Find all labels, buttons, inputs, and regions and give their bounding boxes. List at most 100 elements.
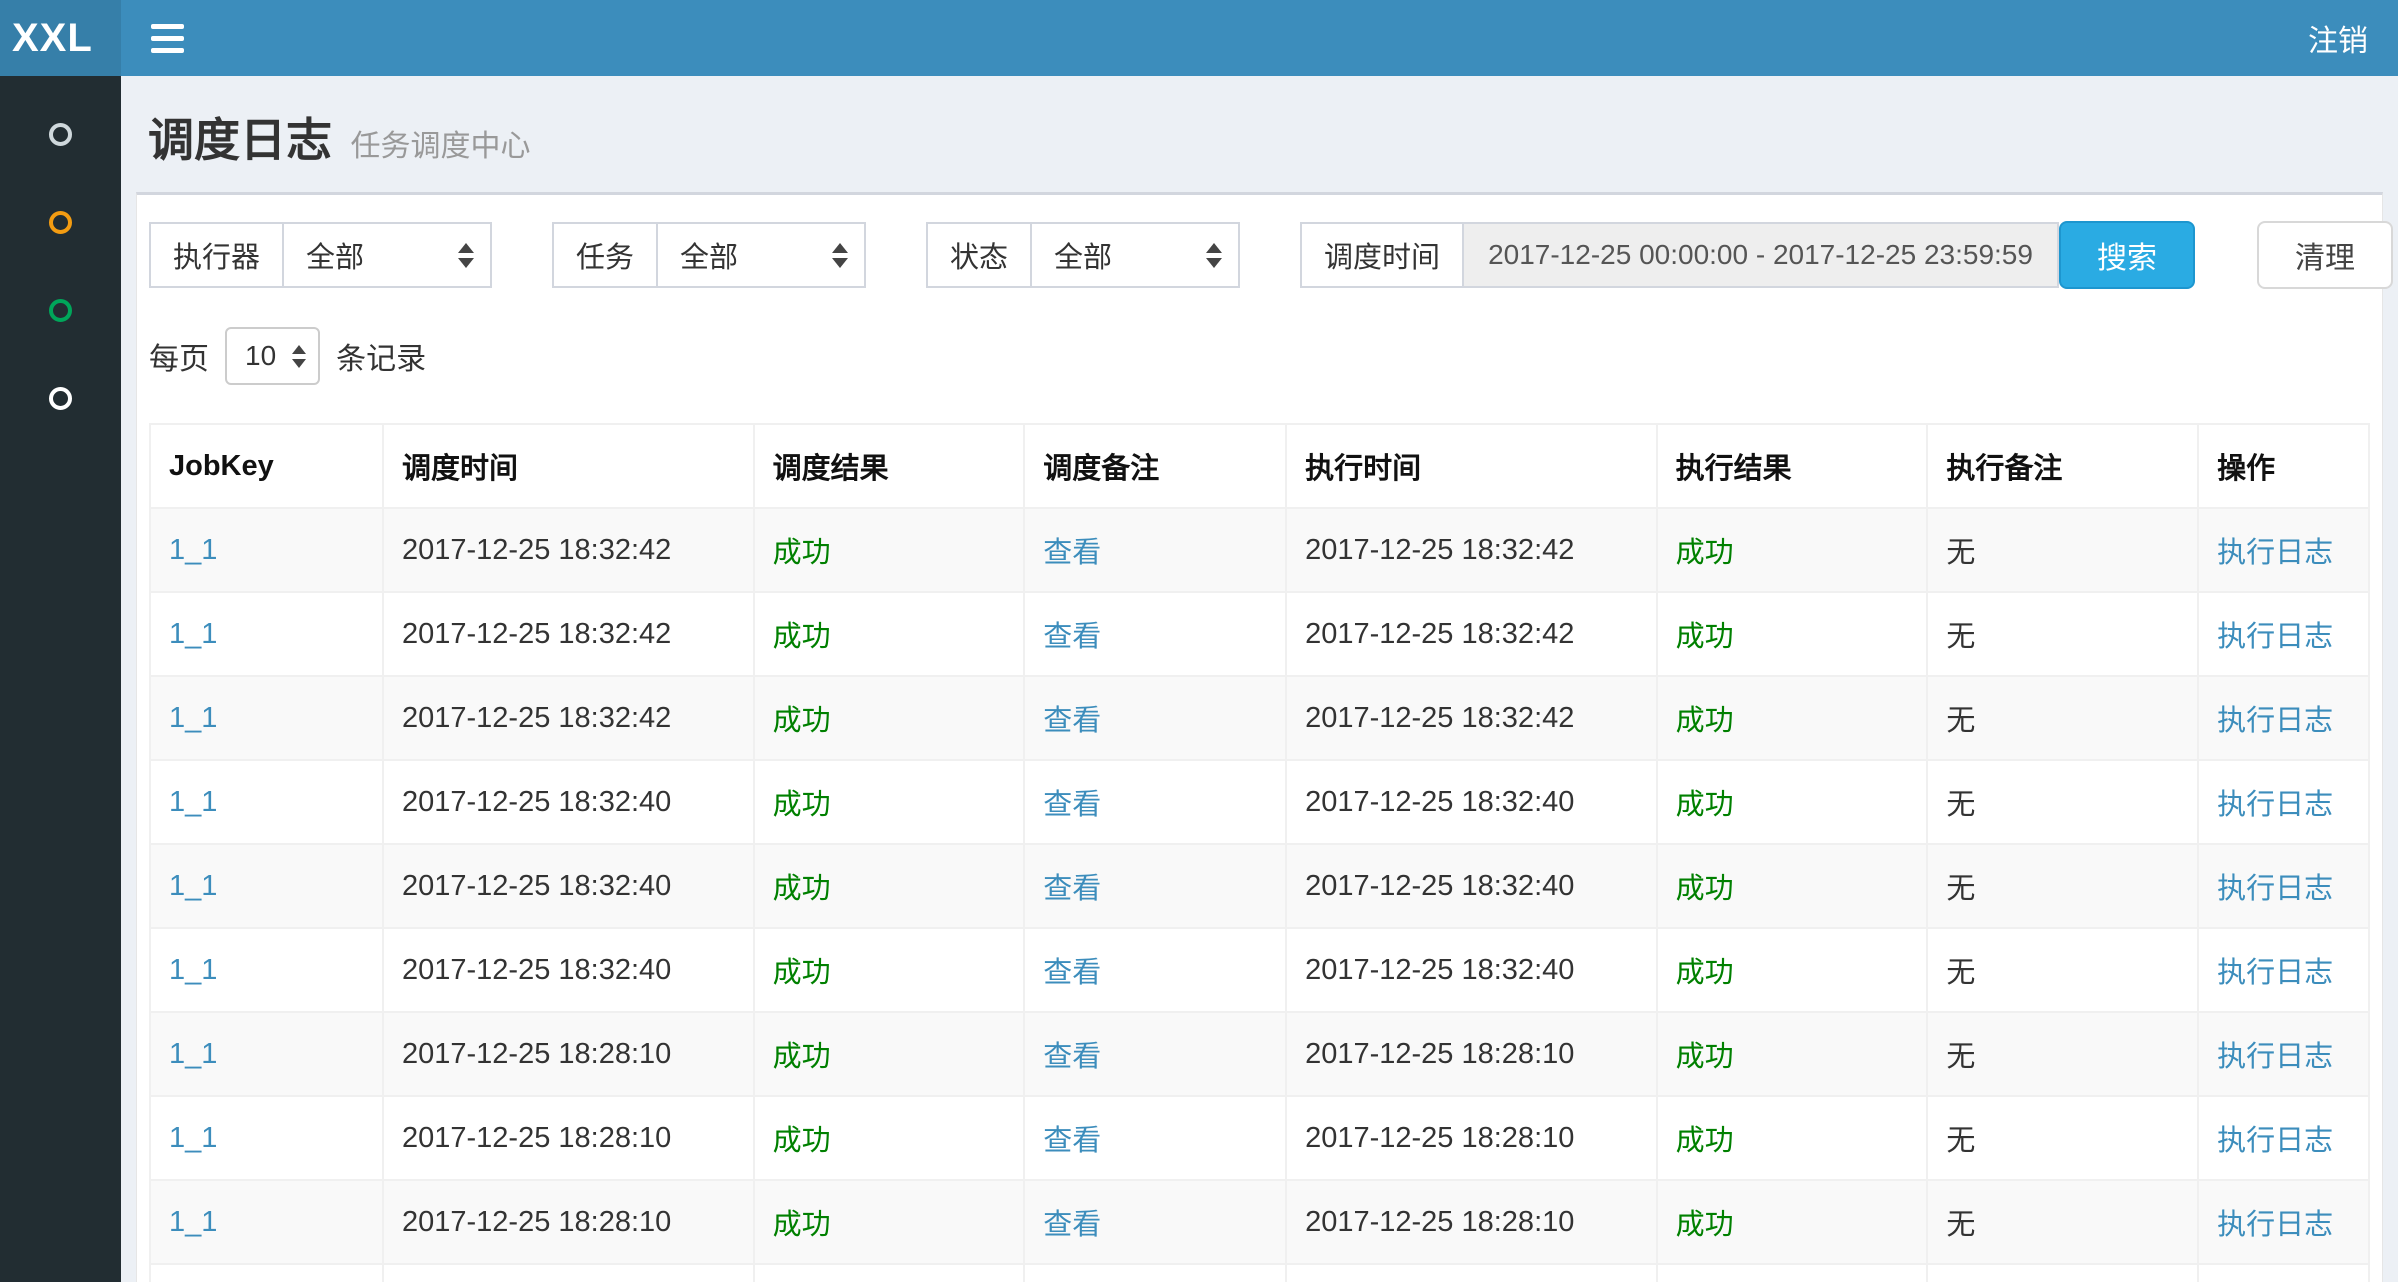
jobkey-link[interactable]: 1_1 (169, 1038, 217, 1070)
log-panel: 执行器 全部 任务 全部 状态 全部 (136, 192, 2383, 1282)
page-length-select[interactable]: 10 (225, 327, 320, 385)
exec-log-link[interactable]: 执行日志 (2217, 537, 2333, 569)
trigger-result-badge: 成功 (773, 537, 831, 569)
trigger-result-cell: 成功 (754, 592, 1025, 676)
exec-log-link[interactable]: 执行日志 (2217, 1041, 2333, 1073)
jobkey-cell: 1_1 (150, 676, 383, 760)
column-header: 调度结果 (754, 424, 1025, 508)
handle-time-cell: 2017-12-25 18:32:40 (1286, 844, 1657, 928)
trigger-result-badge: 成功 (773, 1209, 831, 1241)
executor-filter-group: 执行器 全部 (149, 222, 492, 288)
sidebar-item-3[interactable] (0, 266, 121, 354)
logout-link[interactable]: 注销 (2278, 0, 2398, 76)
job-filter-label: 任务 (552, 222, 658, 288)
jobkey-link[interactable]: 1_1 (169, 1206, 217, 1238)
table-row: 1_1 2017-12-25 18:28:10 成功 查看 2017-12-25… (150, 1180, 2369, 1264)
handle-result-badge: 成功 (1676, 537, 1734, 569)
trigger-msg-link[interactable]: 查看 (1043, 1125, 1101, 1157)
trigger-msg-link[interactable]: 查看 (1043, 873, 1101, 905)
clear-button[interactable]: 清理 (2257, 221, 2393, 289)
trigger-result-badge: 成功 (773, 1125, 831, 1157)
search-button[interactable]: 搜索 (2059, 221, 2195, 289)
job-select[interactable]: 全部 (658, 222, 866, 288)
exec-log-link[interactable]: 执行日志 (2217, 1209, 2333, 1241)
trigger-time-cell: 2017-12-25 18:28:10 (383, 1012, 754, 1096)
status-filter-label: 状态 (926, 222, 1032, 288)
sidebar-item-4[interactable] (0, 354, 121, 442)
table-row: 1_1 2017-12-25 18:32:42 成功 查看 2017-12-25… (150, 676, 2369, 760)
trigger-msg-cell: 查看 (1024, 592, 1286, 676)
exec-log-link[interactable]: 执行日志 (2217, 705, 2333, 737)
trigger-msg-link[interactable]: 查看 (1043, 705, 1101, 737)
circle-icon (49, 387, 72, 410)
handle-result-badge: 成功 (1676, 621, 1734, 653)
app-logo[interactable]: XXL (0, 0, 121, 76)
jobkey-link[interactable]: 1_1 (169, 534, 217, 566)
table-row: 1_1 2017-12-25 18:32:40 成功 查看 2017-12-25… (150, 928, 2369, 1012)
handle-result-badge: 成功 (1676, 789, 1734, 821)
exec-log-link[interactable]: 执行日志 (2217, 957, 2333, 989)
page-length-suffix: 条记录 (336, 334, 426, 378)
exec-log-link[interactable]: 执行日志 (2217, 621, 2333, 653)
sidebar-item-2[interactable] (0, 178, 121, 266)
trigger-result-badge: 成功 (773, 621, 831, 653)
time-filter-label: 调度时间 (1300, 222, 1464, 288)
action-cell: 执行日志 (2198, 928, 2369, 1012)
handle-time-cell: 2017-12-25 18:32:42 (1286, 676, 1657, 760)
table-row: 1_1 2017-12-25 18:32:40 成功 查看 2017-12-25… (150, 844, 2369, 928)
action-cell: 执行日志 (2198, 760, 2369, 844)
action-cell: 执行日志 (2198, 676, 2369, 760)
log-table-body: 1_1 2017-12-25 18:32:42 成功 查看 2017-12-25… (150, 508, 2369, 1282)
action-cell: 执行日志 (2198, 1180, 2369, 1264)
handle-msg-cell: 无 (1927, 1096, 2198, 1180)
jobkey-link[interactable]: 1_1 (169, 702, 217, 734)
sidebar-toggle-button[interactable] (121, 0, 213, 76)
status-select[interactable]: 全部 (1032, 222, 1240, 288)
exec-log-link[interactable]: 执行日志 (2217, 873, 2333, 905)
column-header: JobKey (150, 424, 383, 508)
exec-log-link[interactable]: 执行日志 (2217, 789, 2333, 821)
main-content: 调度日志 任务调度中心 执行器 全部 任务 全部 状态 (121, 76, 2398, 1282)
handle-time-cell: 2017-12-25 18:32:40 (1286, 928, 1657, 1012)
dispatch-log-table: JobKey调度时间调度结果调度备注执行时间执行结果执行备注操作 1_1 201… (149, 423, 2370, 1282)
table-row: 1_1 2017-12-25 18:28:10 成功 查看 2017-12-25… (150, 1264, 2369, 1282)
handle-time-cell: 2017-12-25 18:28:10 (1286, 1096, 1657, 1180)
page-length-bar: 每页 10 条记录 (149, 327, 2370, 385)
action-cell: 执行日志 (2198, 1012, 2369, 1096)
trigger-result-cell: 成功 (754, 844, 1025, 928)
table-row: 1_1 2017-12-25 18:28:10 成功 查看 2017-12-25… (150, 1012, 2369, 1096)
page-title: 调度日志 (148, 114, 332, 166)
jobkey-link[interactable]: 1_1 (169, 786, 217, 818)
trigger-msg-link[interactable]: 查看 (1043, 537, 1101, 569)
trigger-msg-link[interactable]: 查看 (1043, 957, 1101, 989)
trigger-msg-link[interactable]: 查看 (1043, 1209, 1101, 1241)
handle-result-cell: 成功 (1657, 508, 1928, 592)
table-row: 1_1 2017-12-25 18:32:42 成功 查看 2017-12-25… (150, 592, 2369, 676)
executor-select[interactable]: 全部 (284, 222, 492, 288)
filter-bar: 执行器 全部 任务 全部 状态 全部 (149, 221, 2370, 289)
trigger-time-cell: 2017-12-25 18:28:10 (383, 1264, 754, 1282)
trigger-result-badge: 成功 (773, 789, 831, 821)
column-header: 执行结果 (1657, 424, 1928, 508)
jobkey-link[interactable]: 1_1 (169, 1122, 217, 1154)
trigger-msg-link[interactable]: 查看 (1043, 1041, 1101, 1073)
table-row: 1_1 2017-12-25 18:32:40 成功 查看 2017-12-25… (150, 760, 2369, 844)
exec-log-link[interactable]: 执行日志 (2217, 1125, 2333, 1157)
jobkey-cell: 1_1 (150, 844, 383, 928)
executor-filter-label: 执行器 (149, 222, 284, 288)
trigger-msg-link[interactable]: 查看 (1043, 789, 1101, 821)
trigger-msg-link[interactable]: 查看 (1043, 621, 1101, 653)
handle-result-cell: 成功 (1657, 760, 1928, 844)
trigger-time-cell: 2017-12-25 18:32:42 (383, 508, 754, 592)
sidebar-item-1[interactable] (0, 90, 121, 178)
schedule-time-range-input[interactable]: 2017-12-25 00:00:00 - 2017-12-25 23:59:5… (1464, 222, 2059, 288)
handle-msg-cell: 无 (1927, 1264, 2198, 1282)
time-filter-group: 调度时间 2017-12-25 00:00:00 - 2017-12-25 23… (1300, 222, 2059, 288)
jobkey-link[interactable]: 1_1 (169, 870, 217, 902)
trigger-time-cell: 2017-12-25 18:28:10 (383, 1096, 754, 1180)
handle-msg-cell: 无 (1927, 844, 2198, 928)
jobkey-link[interactable]: 1_1 (169, 618, 217, 650)
column-header: 执行备注 (1927, 424, 2198, 508)
jobkey-link[interactable]: 1_1 (169, 954, 217, 986)
handle-result-badge: 成功 (1676, 705, 1734, 737)
